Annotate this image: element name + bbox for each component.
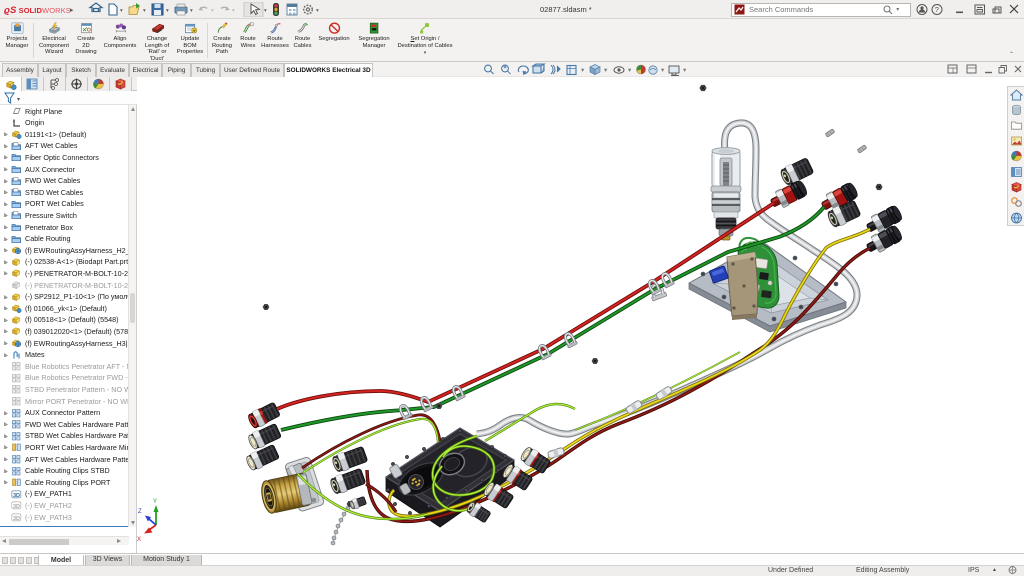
- svg-text:▾: ▾: [166, 8, 169, 14]
- svg-text:?: ?: [935, 5, 939, 14]
- svg-text:▾: ▾: [232, 8, 235, 14]
- svg-text:▾: ▾: [316, 8, 319, 14]
- svg-text:▾: ▾: [683, 67, 687, 74]
- svg-text:▾: ▾: [211, 8, 214, 14]
- svg-text:Y: Y: [153, 499, 157, 505]
- svg-text:Z: Z: [138, 509, 142, 515]
- svg-text:▾: ▾: [17, 97, 20, 103]
- svg-text:▾: ▾: [120, 8, 123, 14]
- svg-text:▾: ▾: [628, 67, 632, 74]
- svg-text:X: X: [137, 537, 141, 543]
- svg-text:▾: ▾: [264, 8, 267, 14]
- svg-text:▾: ▾: [190, 8, 193, 14]
- svg-text:▾: ▾: [143, 8, 146, 14]
- svg-text:▾: ▾: [661, 67, 665, 74]
- svg-text:▾: ▾: [581, 67, 585, 74]
- svg-text:▾: ▾: [604, 67, 608, 74]
